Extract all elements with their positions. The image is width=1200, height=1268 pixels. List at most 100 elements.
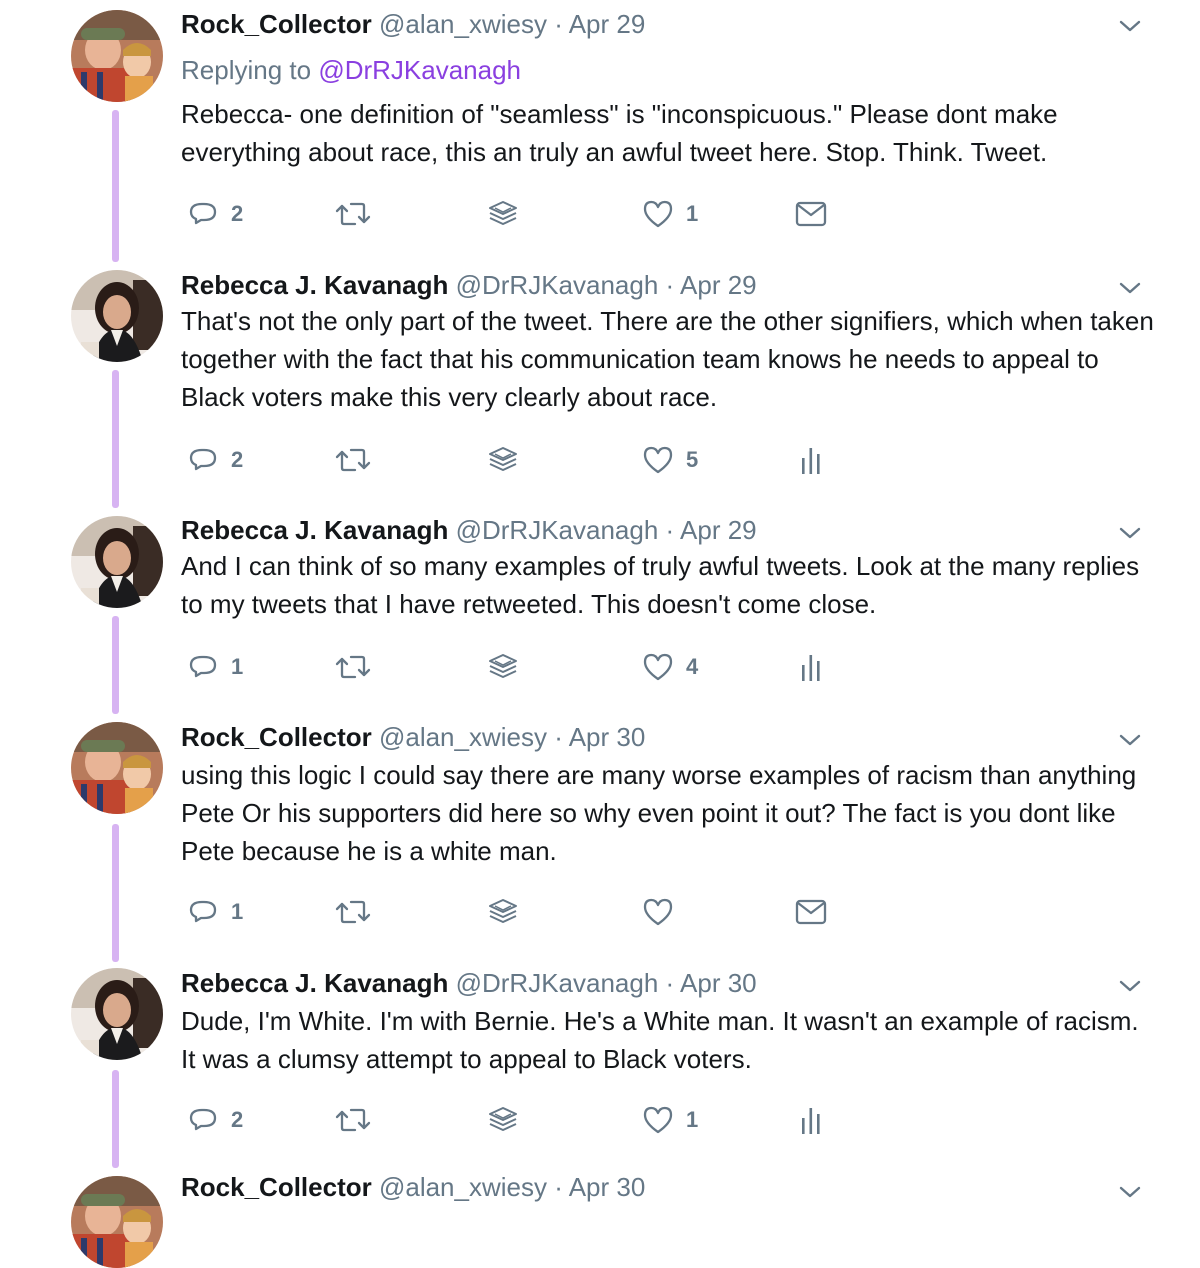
- stack-button[interactable]: [487, 194, 519, 234]
- analytics-button[interactable]: [799, 1100, 823, 1140]
- tweet-text: And I can think of so many examples of t…: [181, 551, 1140, 619]
- stack-button[interactable]: [487, 647, 519, 687]
- direct-message-button[interactable]: [795, 194, 827, 234]
- reply-icon: [187, 651, 219, 683]
- display-name[interactable]: Rock_Collector: [181, 9, 372, 39]
- reply-button[interactable]: 2: [187, 440, 243, 480]
- thread-line: [112, 1070, 119, 1168]
- reply-button[interactable]: 2: [187, 194, 243, 234]
- retweet-icon: [335, 651, 371, 683]
- retweet-button[interactable]: [335, 194, 371, 234]
- retweet-button[interactable]: [335, 1100, 371, 1140]
- tweet-text: That's not the only part of the tweet. T…: [181, 306, 1154, 412]
- stack-button[interactable]: [487, 1100, 519, 1140]
- user-handle[interactable]: @alan_xwiesy: [379, 9, 547, 39]
- display-name[interactable]: Rock_Collector: [181, 722, 372, 752]
- tweet-date[interactable]: Apr 29: [680, 270, 757, 300]
- tweet-text: Rebecca- one definition of "seamless" is…: [181, 99, 1058, 167]
- analytics-icon: [799, 444, 823, 476]
- reply-count: 2: [231, 201, 244, 226]
- thread-line: [112, 370, 119, 508]
- chevron-down-icon[interactable]: [1118, 521, 1142, 545]
- like-button[interactable]: 1: [642, 1100, 698, 1140]
- layers-icon: [487, 651, 519, 683]
- reply-count: 1: [231, 654, 244, 679]
- analytics-button[interactable]: [799, 440, 823, 480]
- chevron-down-icon[interactable]: [1118, 974, 1142, 998]
- user-handle[interactable]: @alan_xwiesy: [379, 1172, 547, 1202]
- stack-button[interactable]: [487, 440, 519, 480]
- thread-line: [112, 824, 119, 962]
- display-name[interactable]: Rebecca J. Kavanagh: [181, 515, 448, 545]
- tweet-header: Rock_Collector @alan_xwiesy · Apr 30: [181, 1170, 1160, 1204]
- retweet-icon: [335, 1104, 371, 1136]
- layers-icon: [487, 1104, 519, 1136]
- heart-icon: [642, 1104, 674, 1136]
- tweet-text: Dude, I'm White. I'm with Bernie. He's a…: [181, 1006, 1139, 1074]
- heart-icon: [642, 651, 674, 683]
- separator: ·: [665, 968, 675, 998]
- user-handle[interactable]: @DrRJKavanagh: [456, 968, 659, 998]
- chevron-down-icon[interactable]: [1118, 276, 1142, 300]
- avatar[interactable]: [71, 516, 163, 608]
- avatar[interactable]: [71, 10, 163, 102]
- reply-count: 2: [231, 447, 244, 472]
- retweet-icon: [335, 896, 371, 928]
- display-name[interactable]: Rebecca J. Kavanagh: [181, 270, 448, 300]
- reply-button[interactable]: 1: [187, 892, 243, 932]
- layers-icon: [487, 444, 519, 476]
- replying-to: Replying to @DrRJKavanagh: [181, 53, 1160, 87]
- tweet-text: using this logic I could say there are m…: [181, 760, 1137, 866]
- chevron-down-icon[interactable]: [1118, 14, 1142, 38]
- avatar[interactable]: [71, 968, 163, 1060]
- tweet-header: Rock_Collector @alan_xwiesy · Apr 29: [181, 7, 1160, 41]
- tweet-date[interactable]: Apr 29: [569, 9, 646, 39]
- like-count: 4: [686, 654, 699, 679]
- retweet-button[interactable]: [335, 892, 371, 932]
- tweet-actions: 2 1: [181, 194, 861, 234]
- tweet-actions: 1 4: [181, 647, 861, 687]
- display-name[interactable]: Rebecca J. Kavanagh: [181, 968, 448, 998]
- avatar[interactable]: [71, 722, 163, 814]
- tweet-header: Rebecca J. Kavanagh @DrRJKavanagh · Apr …: [181, 966, 1160, 1000]
- user-handle[interactable]: @DrRJKavanagh: [456, 270, 659, 300]
- display-name[interactable]: Rock_Collector: [181, 1172, 372, 1202]
- tweet-date[interactable]: Apr 29: [680, 515, 757, 545]
- reply-button[interactable]: 2: [187, 1100, 243, 1140]
- direct-message-button[interactable]: [795, 892, 827, 932]
- retweet-icon: [335, 444, 371, 476]
- like-button[interactable]: 5: [642, 440, 698, 480]
- like-button[interactable]: 1: [642, 194, 698, 234]
- retweet-icon: [335, 198, 371, 230]
- analytics-button[interactable]: [799, 647, 823, 687]
- mention-link[interactable]: @DrRJKavanagh: [318, 55, 521, 85]
- user-handle[interactable]: @alan_xwiesy: [379, 722, 547, 752]
- avatar[interactable]: [71, 1176, 163, 1268]
- mail-icon: [795, 200, 827, 228]
- like-count: 1: [686, 1107, 699, 1132]
- heart-icon: [642, 896, 674, 928]
- reply-icon: [187, 198, 219, 230]
- tweet-header: Rebecca J. Kavanagh @DrRJKavanagh · Apr …: [181, 268, 1160, 302]
- reply-button[interactable]: 1: [187, 647, 243, 687]
- chevron-down-icon[interactable]: [1118, 1180, 1142, 1204]
- tweet-actions: 2 1: [181, 1100, 861, 1140]
- retweet-button[interactable]: [335, 440, 371, 480]
- tweet-header: Rock_Collector @alan_xwiesy · Apr 30: [181, 720, 1160, 754]
- separator: ·: [665, 270, 675, 300]
- tweet-date[interactable]: Apr 30: [569, 722, 646, 752]
- tweet-date[interactable]: Apr 30: [680, 968, 757, 998]
- mail-icon: [795, 898, 827, 926]
- chevron-down-icon[interactable]: [1118, 728, 1142, 752]
- avatar[interactable]: [71, 270, 163, 362]
- like-count: 5: [686, 447, 699, 472]
- like-button[interactable]: 4: [642, 647, 698, 687]
- layers-icon: [487, 896, 519, 928]
- analytics-icon: [799, 651, 823, 683]
- retweet-button[interactable]: [335, 647, 371, 687]
- stack-button[interactable]: [487, 892, 519, 932]
- tweet-date[interactable]: Apr 30: [569, 1172, 646, 1202]
- user-handle[interactable]: @DrRJKavanagh: [456, 515, 659, 545]
- thread-line: [112, 110, 119, 262]
- like-button[interactable]: [642, 892, 686, 932]
